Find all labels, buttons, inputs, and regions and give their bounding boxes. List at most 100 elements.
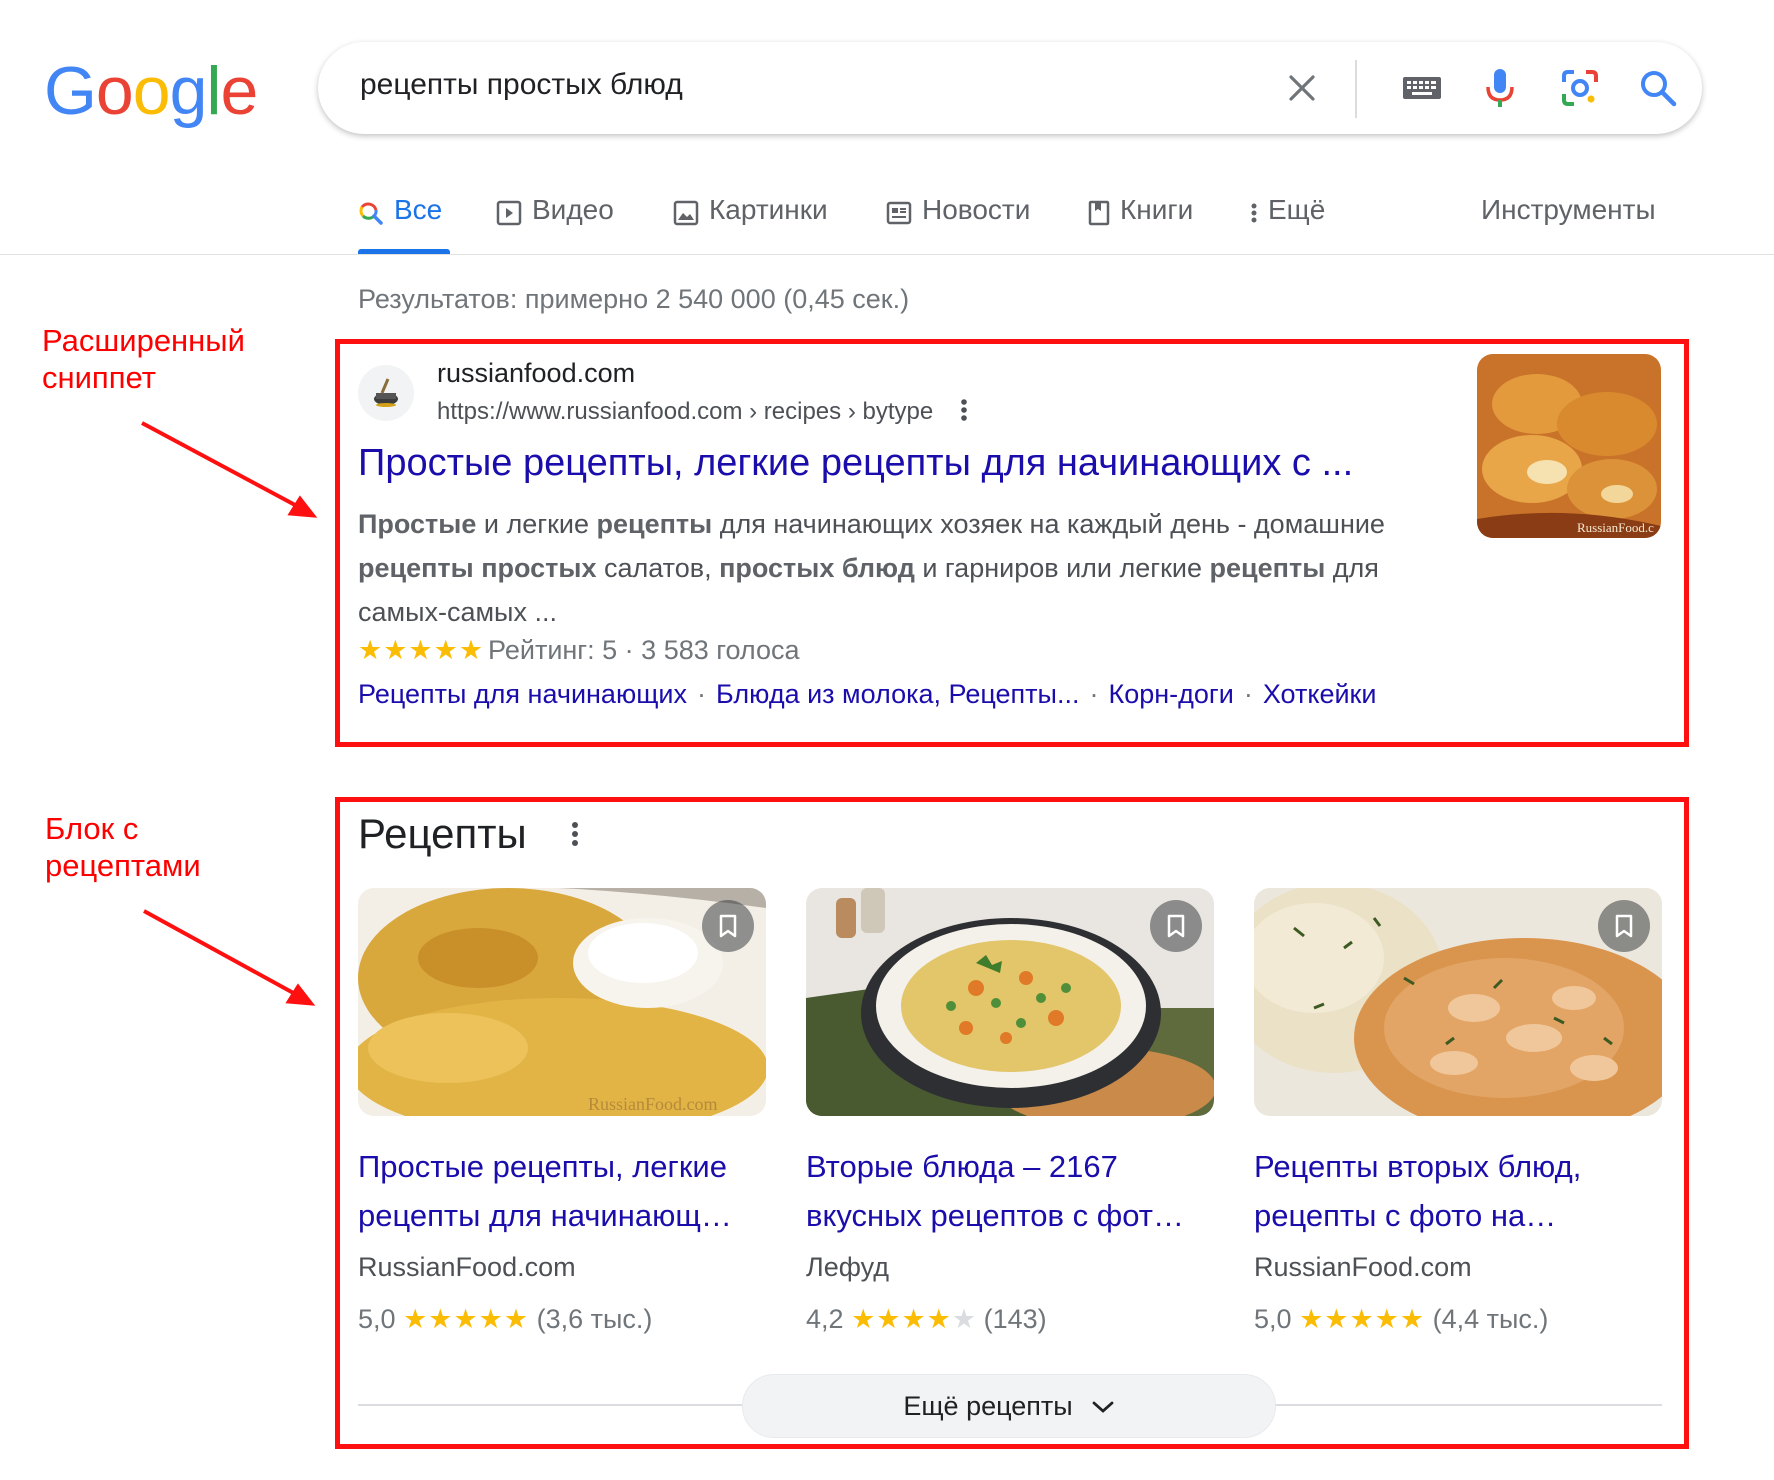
bookmark-icon[interactable]: [1150, 900, 1202, 952]
tab-news[interactable]: Новости: [886, 194, 1030, 258]
tab-label: Новости: [922, 194, 1031, 225]
recipe-source: RussianFood.com: [358, 1252, 576, 1282]
search-icon[interactable]: [1632, 62, 1684, 114]
logo-letter: l: [206, 53, 221, 129]
rating-stars-icon: ★★★★: [851, 1304, 952, 1334]
recipe-rating: 5,0 ★★★★★ (4,4 тыс.): [1254, 1304, 1548, 1335]
desc-fragment: для начинающих хозяек на каждый день - д…: [712, 509, 1385, 539]
sitelink[interactable]: Блюда из молока, Рецепты...: [716, 679, 1079, 710]
desc-fragment: простых блюд: [719, 553, 915, 583]
google-logo[interactable]: Google: [44, 52, 259, 130]
play-icon: [496, 200, 522, 233]
annotation-recipes: Блок с рецептами: [45, 810, 201, 884]
bookmark-icon[interactable]: [702, 900, 754, 952]
recipe-rating: 4,2 ★★★★★ (143): [806, 1304, 1047, 1335]
tab-label: Все: [394, 194, 443, 225]
desc-fragment: и гарниров или легкие: [914, 553, 1210, 583]
logo-letter: G: [44, 53, 97, 129]
site-url[interactable]: https://www.russianfood.com › recipes › …: [437, 398, 933, 426]
recipe-title-line: Вторые блюда – 2167: [806, 1149, 1118, 1184]
sitelink[interactable]: Рецепты для начинающих: [358, 679, 687, 710]
recipe-card-image[interactable]: [1254, 888, 1662, 1116]
more-recipes-button[interactable]: Ещё рецепты: [742, 1374, 1276, 1438]
search-box[interactable]: рецепты простых блюд: [318, 42, 1702, 134]
recipe-source: RussianFood.com: [1254, 1252, 1472, 1282]
annotation-line: сниппет: [42, 360, 156, 395]
rating-count: (4,4 тыс.): [1432, 1304, 1549, 1334]
rating-stars-empty-icon: ★: [951, 1304, 977, 1334]
lens-icon[interactable]: [1554, 62, 1606, 114]
desc-fragment: и легкие: [476, 509, 597, 539]
search-icon: [358, 200, 384, 233]
more-vert-icon[interactable]: [570, 818, 580, 858]
tab-label: Ещё: [1268, 194, 1326, 225]
rating-count: (3,6 тыс.): [536, 1304, 653, 1334]
rating-value: 5,0: [1254, 1304, 1292, 1334]
bookmark-icon[interactable]: [1598, 900, 1650, 952]
clear-icon[interactable]: [1276, 62, 1328, 114]
results-stats: Результатов: примерно 2 540 000 (0,45 се…: [358, 284, 910, 314]
search-input[interactable]: рецепты простых блюд: [360, 68, 683, 102]
rating-value: 4,2: [806, 1304, 844, 1334]
annotation-line: Расширенный: [42, 323, 245, 358]
tab-images[interactable]: Картинки: [673, 194, 828, 258]
sitelinks: Рецепты для начинающих · Блюда из молока,…: [358, 679, 1376, 710]
tools-button[interactable]: Инструменты: [1481, 194, 1656, 226]
tabs-divider: [0, 254, 1774, 255]
desc-fragment: рецепты: [596, 509, 713, 539]
mic-icon[interactable]: [1474, 62, 1526, 114]
news-icon: [886, 200, 912, 233]
recipes-heading: Рецепты: [358, 810, 527, 857]
logo-letter: o: [132, 53, 171, 129]
recipe-title-line: рецепты с фото на…: [1254, 1198, 1557, 1233]
sitelink-separator: ·: [1243, 679, 1253, 709]
tab-more[interactable]: Ещё: [1250, 194, 1325, 258]
sitelink[interactable]: Хоткейки: [1263, 679, 1377, 710]
result-thumbnail[interactable]: RussianFood.c: [1477, 354, 1661, 538]
annotation-snippet: Расширенный сниппет: [42, 322, 245, 396]
recipe-title-line: Рецепты вторых блюд,: [1254, 1149, 1582, 1184]
site-name[interactable]: russianfood.com: [437, 358, 635, 389]
logo-letter: g: [169, 53, 208, 129]
image-watermark: RussianFood.com: [588, 1094, 718, 1114]
recipe-rating: 5,0 ★★★★★ (3,6 тыс.): [358, 1304, 652, 1335]
recipe-card-image[interactable]: [806, 888, 1214, 1116]
rating-stars-icon: ★★★★★: [1299, 1304, 1426, 1334]
sitelink[interactable]: Корн-доги: [1108, 679, 1233, 710]
recipe-card-title[interactable]: Простые рецепты, легкие рецепты для начи…: [358, 1142, 778, 1240]
recipe-source: Лефуд: [806, 1252, 890, 1282]
result-description: Простые и легкие рецепты для начинающих …: [358, 502, 1438, 634]
rating-text: Рейтинг: 5 · 3 583 голоса: [488, 635, 800, 665]
recipe-card-title[interactable]: Вторые блюда – 2167 вкусных рецептов с ф…: [806, 1142, 1226, 1240]
desc-fragment: Простые: [358, 509, 477, 539]
tab-books[interactable]: Книги: [1088, 194, 1193, 258]
search-divider: [1355, 60, 1357, 118]
recipe-card-image[interactable]: RussianFood.com: [358, 888, 766, 1116]
desc-fragment: рецепты: [1209, 553, 1326, 583]
more-vert-icon: [1250, 200, 1258, 233]
annotation-line: рецептами: [45, 848, 201, 883]
desc-fragment: рецепты простых: [358, 553, 597, 583]
rating-count: (143): [983, 1304, 1047, 1334]
keyboard-icon[interactable]: [1396, 62, 1448, 114]
image-icon: [673, 200, 699, 233]
rating-value: 5,0: [358, 1304, 396, 1334]
logo-letter: e: [220, 53, 259, 129]
recipe-title-line: вкусных рецептов с фот…: [806, 1198, 1185, 1233]
tab-label: Видео: [532, 194, 614, 225]
result-title-link[interactable]: Простые рецепты, легкие рецепты для начи…: [358, 442, 1353, 485]
logo-letter: o: [95, 53, 134, 129]
desc-fragment: салатов,: [596, 553, 720, 583]
rating-stars-icon: ★★★★★: [358, 635, 485, 665]
tab-label: Книги: [1120, 194, 1194, 225]
sitelink-separator: ·: [697, 679, 706, 709]
sitelink-separator: ·: [1089, 679, 1099, 709]
more-vert-icon[interactable]: [960, 396, 968, 431]
site-favicon[interactable]: [358, 365, 414, 421]
annotation-arrow-icon: [141, 421, 318, 518]
tab-label: Картинки: [709, 194, 828, 225]
recipe-title-line: рецепты для начинающ…: [358, 1198, 732, 1233]
chevron-down-icon: [1091, 1391, 1115, 1422]
tab-video[interactable]: Видео: [496, 194, 614, 258]
recipe-card-title[interactable]: Рецепты вторых блюд, рецепты с фото на…: [1254, 1142, 1674, 1240]
